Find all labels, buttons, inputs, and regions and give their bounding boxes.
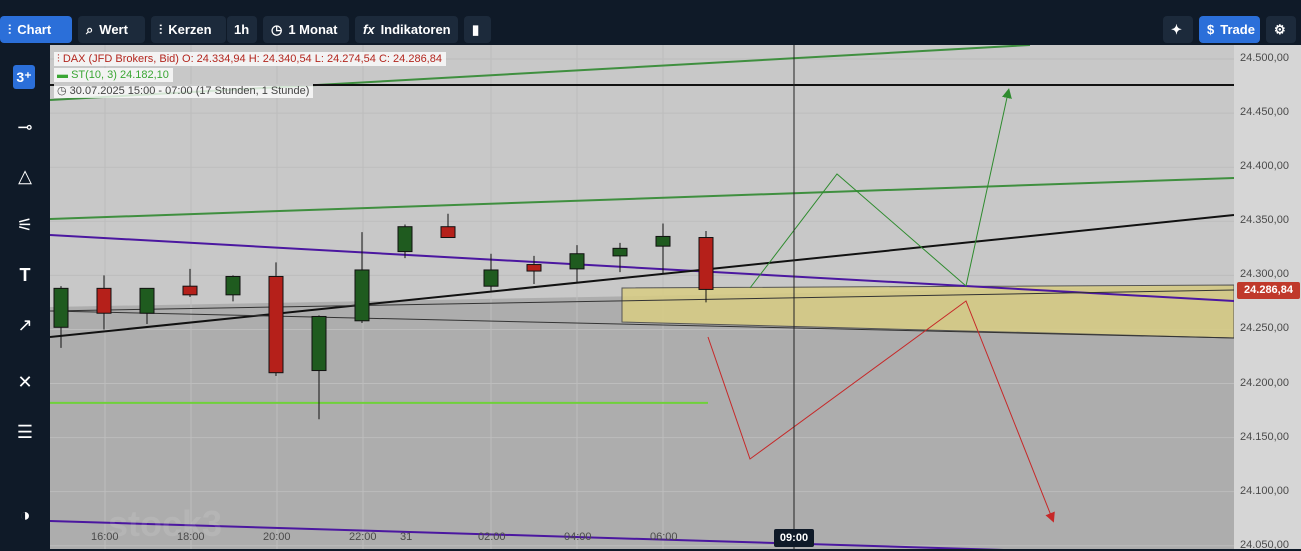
trade-label: Trade — [1220, 22, 1255, 37]
clock-icon: ◷ — [57, 85, 67, 97]
candle-body[interactable] — [655, 235, 671, 247]
top-toolbar: ⫶ Chart ⌕ Wert ⫶ Kerzen 1h ◷ 1 Monat fx … — [0, 0, 1301, 45]
legend-indicator-value: 24.182,10 — [119, 69, 169, 81]
time-tick-label: 31 — [400, 531, 413, 543]
crosshair-time-tag: 09:00 — [774, 529, 814, 547]
search-icon: ⌕ — [86, 21, 94, 37]
value-search-label: Wert — [99, 22, 128, 37]
candle-body[interactable] — [53, 287, 69, 328]
legend-indicator: ▬ ST(10, 3) 24.182,10 — [54, 68, 173, 82]
candlestick-icon: ⫶ — [159, 21, 163, 37]
chart-button-label: Chart — [17, 22, 52, 37]
triangle-shape-icon[interactable]: △ — [11, 164, 39, 188]
candle-body[interactable] — [698, 237, 714, 290]
price-tick-label: 24.200,00 — [1240, 376, 1289, 389]
price-tick-label: 24.100,00 — [1240, 484, 1289, 497]
time-tick-label: 06:00 — [650, 531, 678, 543]
watermark-logo: stock3 — [108, 503, 223, 544]
sparkle-icon: ✦ — [1171, 21, 1182, 37]
legend-timeframe: ◷ 30.07.2025 15:00 - 07:00 (17 Stunden, … — [54, 84, 314, 98]
legend-instrument: DAX (JFD Brokers, Bid) — [62, 53, 179, 65]
legend-timeframe-duration: (17 Stunden, 1 Stunde) — [195, 85, 310, 97]
object-list-icon[interactable]: ☰ — [11, 420, 39, 444]
candle-body[interactable] — [311, 315, 327, 372]
chart-svg[interactable] — [50, 45, 1234, 549]
dollar-icon: $ — [1207, 22, 1215, 37]
interval-button[interactable]: 1h — [227, 16, 257, 43]
text-tool-icon[interactable]: T — [11, 263, 39, 287]
logo-icon[interactable]: 3⁺ — [13, 65, 35, 89]
legend-low: L: 24.274,54 — [314, 53, 376, 65]
crosshair-tool-icon[interactable]: ⊸ — [11, 115, 39, 139]
candle-body[interactable] — [569, 253, 585, 270]
price-tick-label: 24.300,00 — [1240, 268, 1289, 281]
legend-instrument-icon: ⫶ — [57, 53, 60, 65]
current-price-tag: 24.286,84 — [1237, 282, 1300, 299]
sparkle-button[interactable]: ✦ — [1163, 16, 1193, 43]
time-tick-label: 02:00 — [478, 531, 506, 543]
price-tick-label: 24.250,00 — [1240, 322, 1289, 335]
trade-button[interactable]: $ Trade — [1199, 16, 1260, 43]
indicators-label: Indikatoren — [380, 22, 451, 37]
time-tick-label: 22:00 — [349, 531, 377, 543]
legend-timeframe-range: 30.07.2025 15:00 - 07:00 — [69, 85, 193, 97]
theme-toggle-icon[interactable]: ◑ — [11, 503, 39, 527]
annotation-tool-icon[interactable]: ↗ — [11, 313, 39, 337]
clock-icon: ◷ — [271, 21, 283, 37]
range-button[interactable]: ◷ 1 Monat — [263, 16, 349, 43]
candle-body[interactable] — [225, 275, 241, 296]
legend-indicator-swatch: ▬ — [57, 69, 68, 81]
legend-ohlc: ⫶ DAX (JFD Brokers, Bid) O: 24.334,94 H:… — [54, 52, 446, 66]
price-tick-label: 24.500,00 — [1240, 52, 1289, 65]
bookmark-icon: ▮ — [472, 21, 480, 37]
settings-tools-icon[interactable]: ✕ — [11, 370, 39, 394]
candle-body[interactable] — [139, 287, 155, 314]
legend-close: C: 24.286,84 — [378, 53, 442, 65]
chart-canvas[interactable]: ⫶ DAX (JFD Brokers, Bid) O: 24.334,94 H:… — [50, 45, 1234, 549]
chart-type-button[interactable]: ⫶ Kerzen — [151, 16, 226, 43]
candle-body[interactable] — [397, 226, 413, 253]
chart-button[interactable]: ⫶ Chart — [0, 16, 72, 43]
candle-body[interactable] — [354, 269, 370, 322]
price-tick-label: 24.150,00 — [1240, 430, 1289, 443]
trendline-tools-icon[interactable]: ⚟ — [11, 213, 39, 237]
legend-open: O: 24.334,94 — [182, 53, 246, 65]
legend-indicator-name: ST(10, 3) — [71, 69, 117, 81]
tool-sidebar: 3⁺ ⊸ △ ⚟ T ↗ ✕ ☰ ◑ — [0, 45, 50, 549]
value-search-button[interactable]: ⌕ Wert — [78, 16, 145, 43]
bookmark-button[interactable]: ▮ — [464, 16, 491, 43]
gear-icon: ⚙ — [1274, 21, 1286, 37]
price-tick-label: 24.400,00 — [1240, 160, 1289, 173]
time-tick-label: 20:00 — [263, 531, 291, 543]
function-icon: fx — [363, 22, 375, 37]
price-tick-label: 24.350,00 — [1240, 214, 1289, 227]
candle-body[interactable] — [526, 264, 542, 272]
candle-body[interactable] — [612, 247, 628, 257]
range-label: 1 Monat — [288, 22, 338, 37]
chart-type-label: Kerzen — [168, 22, 212, 37]
candle-body[interactable] — [268, 275, 284, 374]
candle-body[interactable] — [96, 287, 112, 314]
legend-high: H: 24.340,54 — [248, 53, 312, 65]
candle-body[interactable] — [440, 226, 456, 239]
interval-label: 1h — [234, 22, 250, 37]
time-tick-label: 04:00 — [564, 531, 592, 543]
time-tick-label: 16:00 — [91, 531, 119, 543]
candle-body[interactable] — [182, 285, 198, 296]
price-tick-label: 24.450,00 — [1240, 106, 1289, 119]
candle-body[interactable] — [483, 269, 499, 287]
settings-button[interactable]: ⚙ — [1266, 16, 1296, 43]
candles-icon: ⫶ — [8, 21, 12, 37]
time-tick-label: 18:00 — [177, 531, 205, 543]
indicators-button[interactable]: fx Indikatoren — [355, 16, 458, 43]
